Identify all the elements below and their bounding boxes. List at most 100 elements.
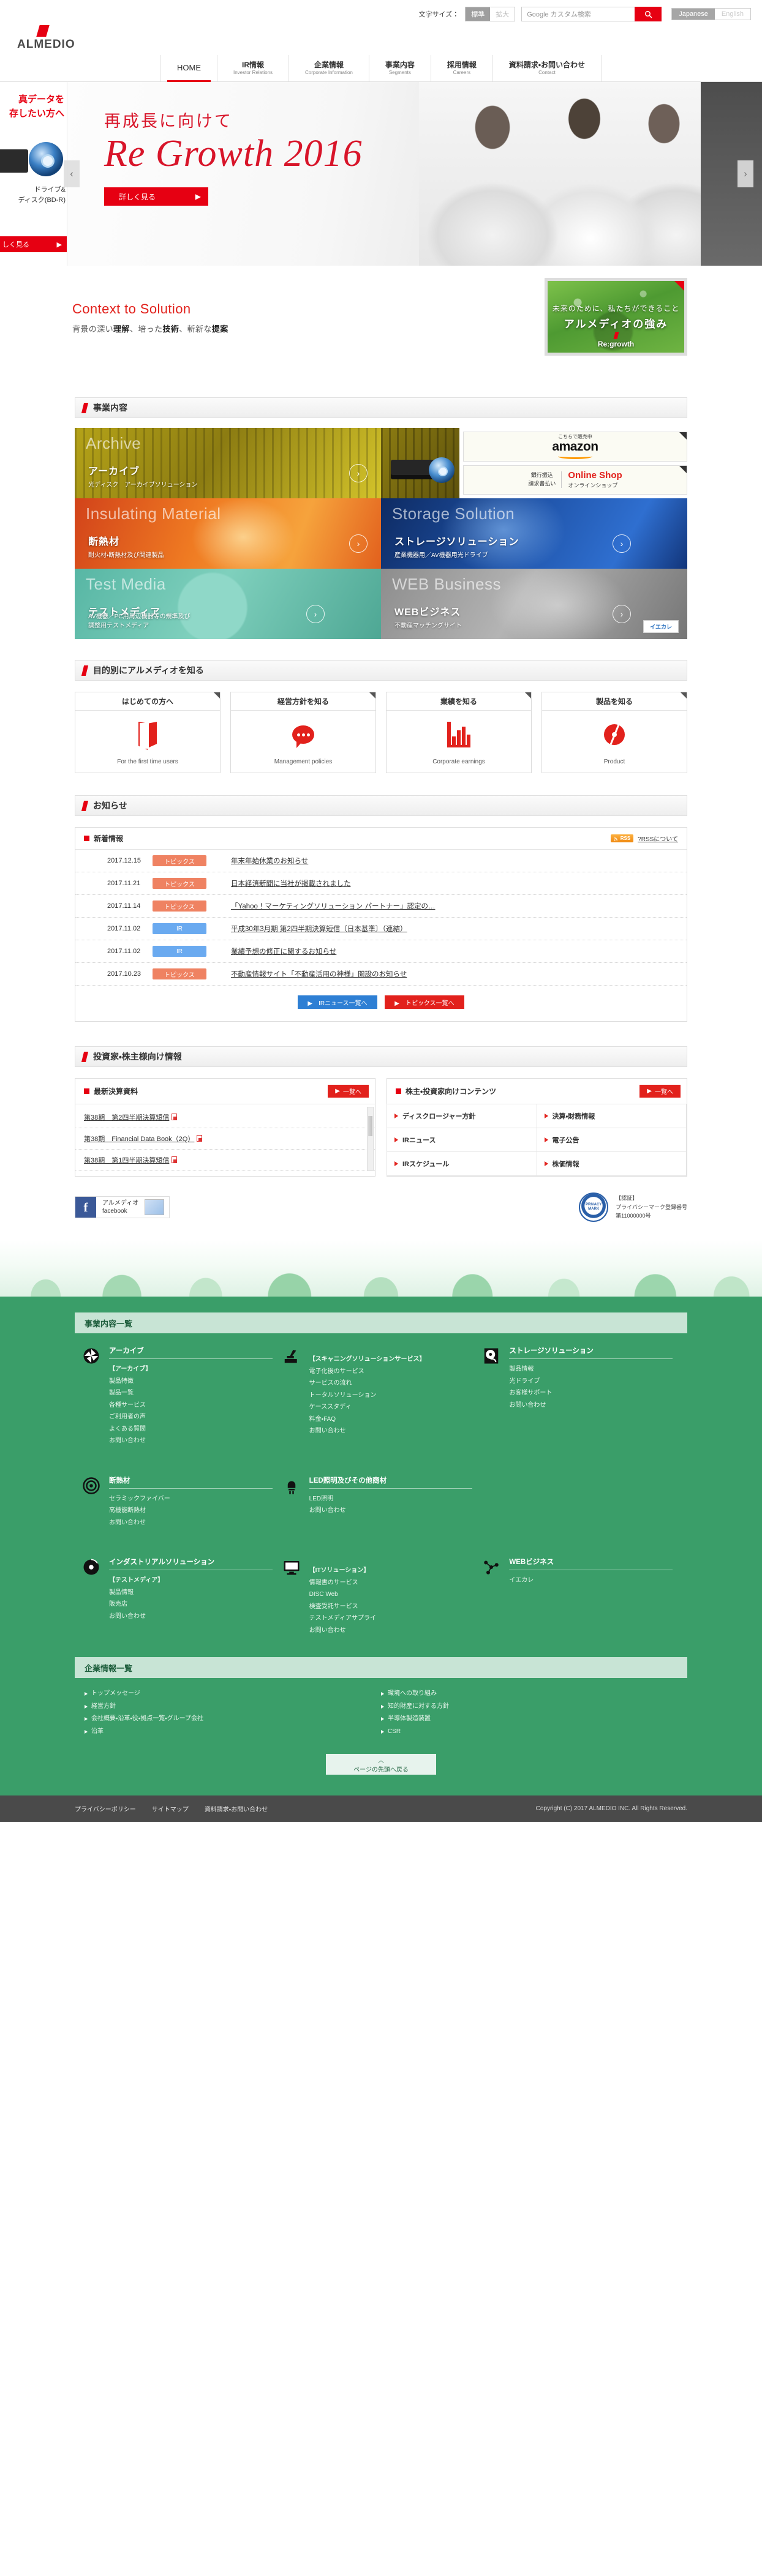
ir-link-disclosure[interactable]: ディスクロージャー方針 [387, 1104, 537, 1128]
ir-link-schedule[interactable]: IRスケジュール [387, 1151, 537, 1176]
footer-link[interactable]: 製品情報 [109, 1587, 273, 1599]
fontsize-toggle-group[interactable]: 標準 拡大 [465, 7, 515, 21]
ir-news-list-button[interactable]: ▶ IRニュース一覧へ [298, 995, 377, 1009]
rss-button[interactable]: RSS [611, 834, 633, 842]
document-link[interactable]: 第38期 第2四半期決算短信 [84, 1114, 169, 1121]
table-row[interactable]: 2017.11.14 トピックス 「Yahoo！マーケティングソリューション パ… [75, 895, 687, 918]
footer-link[interactable]: 環境への取り組み [381, 1688, 677, 1701]
table-row[interactable]: 2017.12.15 トピックス 年末年始休業のお知らせ [75, 850, 687, 872]
footer-link[interactable]: ケーススタディ [309, 1401, 473, 1413]
list-item[interactable]: 第38期 第2四半期決算短信 [75, 1107, 375, 1128]
news-title-link[interactable]: 日本経済新聞に当社が掲載されました [231, 878, 351, 888]
footer-link[interactable]: お問い合わせ [309, 1625, 473, 1637]
scrollbar-thumb[interactable] [368, 1116, 372, 1136]
footer-link[interactable]: 【テストメディア】 [109, 1574, 273, 1587]
iekare-logo[interactable]: イエカレ [643, 620, 679, 633]
footer-link[interactable]: DISC Web [309, 1589, 473, 1601]
footer-link[interactable]: 製品情報 [509, 1363, 673, 1376]
ir-link-stock-price[interactable]: 株価情報 [537, 1151, 687, 1176]
purpose-card-earnings[interactable]: 業績を知る Corporate earnings [386, 692, 532, 773]
search-input[interactable]: Google カスタム検索 [521, 7, 635, 21]
scrollbar[interactable] [367, 1107, 374, 1171]
view-all-button[interactable]: ▶ 一覧へ [639, 1085, 681, 1098]
page-top-button[interactable]: ︿ ページの先頭へ戻る [326, 1754, 436, 1775]
footer-link[interactable]: お客様サポート [509, 1387, 673, 1399]
purpose-card-management[interactable]: 経営方針を知る Management policies [230, 692, 376, 773]
table-row[interactable]: 2017.11.02 IR 平成30年3月期 第2四半期決算短信〔日本基準〕（連… [75, 918, 687, 940]
news-title-link[interactable]: 「Yahoo！マーケティングソリューション パートナー」認定の… [231, 901, 435, 911]
nav-item-home[interactable]: HOME [160, 55, 217, 81]
online-shop-banner[interactable]: 銀行振込 請求書払い Online Shop オンラインショップ [463, 465, 687, 495]
footer-link[interactable]: お問い合わせ [109, 1611, 273, 1623]
news-title-link[interactable]: 平成30年3月期 第2四半期決算短信〔日本基準〕（連結） [231, 924, 407, 934]
ir-link-news[interactable]: IRニュース [387, 1128, 537, 1152]
tile-insulating-material[interactable]: Insulating Material 断熱材 耐火材・断熱材及び関連製品 › [75, 498, 381, 569]
nav-item-careers[interactable]: 採用情報 Careers [431, 55, 492, 81]
topics-list-button[interactable]: ▶ トピックス一覧へ [385, 995, 464, 1009]
footer-link[interactable]: お問い合わせ [309, 1505, 473, 1517]
nav-item-contact[interactable]: 資料請求・お問い合わせ Contact [492, 55, 602, 81]
list-item[interactable]: 第38期 Financial Data Book（2Q） [75, 1128, 375, 1150]
carousel-next-button[interactable]: › [737, 160, 753, 187]
purpose-card-first-time[interactable]: はじめての方へ For the first time users [75, 692, 221, 773]
fontsize-standard-button[interactable]: 標準 [466, 7, 490, 21]
tile-archive[interactable]: Archive アーカイブ 光ディスク アーカイブソリューション › [75, 428, 381, 498]
news-title-link[interactable]: 不動産情報サイト「不動産活用の神様」開設のお知らせ [231, 969, 407, 979]
footer-link[interactable]: 電子化後のサービス [309, 1366, 473, 1378]
ir-link-financial[interactable]: 決算・財務情報 [537, 1104, 687, 1128]
ir-link-electronic-notice[interactable]: 電子公告 [537, 1128, 687, 1152]
footer-link[interactable]: 情報書のサービス [309, 1577, 473, 1589]
footer-link[interactable]: 経営方針 [85, 1701, 381, 1713]
footer-link[interactable]: セラミックファイバー [109, 1493, 273, 1505]
footer-link[interactable]: 【アーカイブ】 [109, 1363, 273, 1376]
search-button[interactable] [635, 7, 662, 21]
footer-link[interactable]: よくある質問 [109, 1423, 273, 1436]
footer-link[interactable]: CSR [381, 1726, 677, 1739]
footer-link[interactable]: トータルソリューション [309, 1390, 473, 1402]
footer-link[interactable]: 光ドライブ [509, 1376, 673, 1388]
footer-link[interactable]: トップメッセージ [85, 1688, 381, 1701]
footer-link[interactable]: お問い合わせ [109, 1435, 273, 1447]
fontsize-large-button[interactable]: 拡大 [490, 7, 515, 21]
tile-web-business[interactable]: WEB Business WEBビジネス 不動産マッチングサイト › イエカレ [381, 569, 687, 639]
footer-link[interactable]: 【ITソリューション】 [309, 1565, 473, 1577]
amazon-banner[interactable]: こちらで販売中 amazon [463, 432, 687, 462]
nav-item-ir[interactable]: IR情報 Investor Relations [217, 55, 289, 81]
peek-cta-button[interactable]: しく見る ▶ [0, 236, 67, 252]
footer-link[interactable]: お問い合わせ [109, 1517, 273, 1529]
document-link[interactable]: 第38期 Financial Data Book（2Q） [84, 1136, 194, 1143]
language-english-button[interactable]: English [715, 9, 750, 20]
contact-link[interactable]: 資料請求・お問い合わせ [205, 1804, 268, 1813]
footer-link[interactable]: 【スキャニングソリューションサービス】 [309, 1354, 473, 1366]
green-strength-banner[interactable]: 未来のために、私たちができること アルメディオの強み Re:growth [545, 278, 687, 356]
table-row[interactable]: 2017.11.21 トピックス 日本経済新聞に当社が掲載されました [75, 872, 687, 895]
footer-link[interactable]: 会社概要・沿革・役・拠点一覧・グループ会社 [85, 1713, 381, 1726]
footer-link[interactable]: 半導体製造装置 [381, 1713, 677, 1726]
footer-link[interactable]: 検査受託サービス [309, 1601, 473, 1613]
privacy-policy-link[interactable]: プライバシーポリシー [75, 1804, 136, 1813]
hero-carousel[interactable]: 真データを 存したい方へ ドライブ& ディスク(BD-R) しく見る ▶ 再成長… [0, 82, 762, 266]
facebook-button[interactable]: f アルメディオ facebook [75, 1196, 170, 1218]
tile-test-media[interactable]: Test Media テストメディア AV機器／PC用周辺機器等の規準及び 調整… [75, 569, 381, 639]
tile-storage-solution[interactable]: Storage Solution ストレージソリューション 産業機器用／AV機器… [381, 498, 687, 569]
purpose-card-product[interactable]: 製品を知る Product [541, 692, 687, 773]
footer-link[interactable]: お問い合わせ [309, 1425, 473, 1437]
view-all-button[interactable]: ▶ 一覧へ [328, 1085, 369, 1098]
search-form[interactable]: Google カスタム検索 [521, 7, 662, 21]
footer-link[interactable]: テストメディアサプライ [309, 1612, 473, 1625]
footer-link[interactable]: 製品特徴 [109, 1376, 273, 1388]
table-row[interactable]: 2017.10.23 トピックス 不動産情報サイト「不動産活用の神様」開設のお知… [75, 963, 687, 986]
nav-item-corporate[interactable]: 企業情報 Corporate Information [289, 55, 369, 81]
footer-link[interactable]: 料金・FAQ [309, 1413, 473, 1426]
footer-link[interactable]: 各種サービス [109, 1399, 273, 1412]
footer-link[interactable]: 沿革 [85, 1726, 381, 1739]
table-row[interactable]: 2017.11.02 IR 業績予想の修正に関するお知らせ [75, 940, 687, 963]
main-navigation[interactable]: HOME IR情報 Investor Relations 企業情報 Corpor… [0, 55, 762, 82]
footer-link[interactable]: ご利用者の声 [109, 1411, 273, 1423]
language-japanese-button[interactable]: Japanese [672, 9, 715, 20]
list-item[interactable]: 第38期 第1四半期決算短信 [75, 1150, 375, 1171]
footer-link[interactable]: 販売店 [109, 1598, 273, 1611]
footer-link[interactable]: イエカレ [509, 1574, 673, 1587]
language-toggle-group[interactable]: Japanese English [671, 8, 751, 20]
footer-link[interactable]: サービスの流れ [309, 1377, 473, 1390]
